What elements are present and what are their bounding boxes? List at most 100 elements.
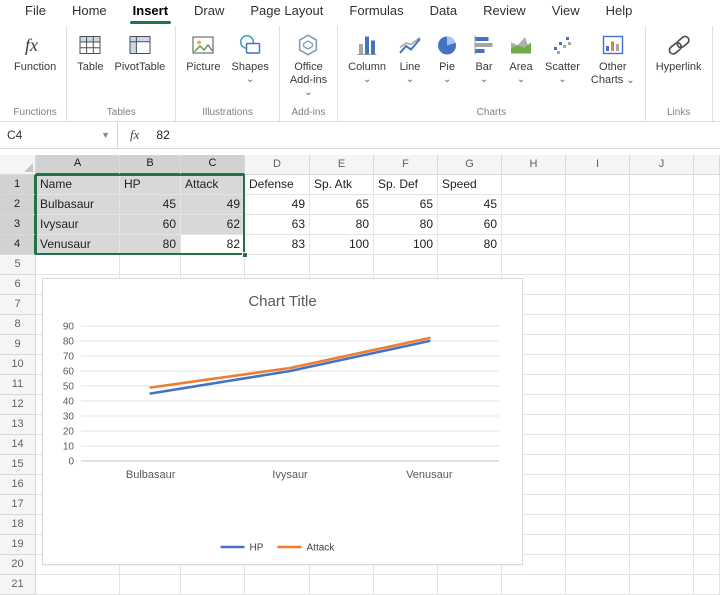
- column-header-J[interactable]: J: [630, 155, 694, 175]
- cell-J12[interactable]: [630, 395, 694, 415]
- scatter-chart-button[interactable]: Scatter⌄: [540, 28, 585, 84]
- cell-A2[interactable]: Bulbasaur: [36, 195, 120, 215]
- cell-K7[interactable]: [694, 295, 720, 315]
- row-header-5[interactable]: 5: [0, 255, 36, 275]
- column-header-D[interactable]: D: [245, 155, 310, 175]
- cell-E4[interactable]: 100: [310, 235, 374, 255]
- tab-help[interactable]: Help: [593, 0, 646, 24]
- cell-K21[interactable]: [694, 575, 720, 595]
- cell-G5[interactable]: [438, 255, 502, 275]
- row-header-10[interactable]: 10: [0, 355, 36, 375]
- cell-B1[interactable]: HP: [120, 175, 181, 195]
- cell-H3[interactable]: [502, 215, 566, 235]
- cell-F3[interactable]: 80: [374, 215, 438, 235]
- other-charts-button[interactable]: OtherCharts⌄: [586, 28, 640, 87]
- column-header-I[interactable]: I: [566, 155, 630, 175]
- cell-B5[interactable]: [120, 255, 181, 275]
- cell-K8[interactable]: [694, 315, 720, 335]
- cell-B21[interactable]: [120, 575, 181, 595]
- cell-H5[interactable]: [502, 255, 566, 275]
- cell-B2[interactable]: 45: [120, 195, 181, 215]
- row-header-1[interactable]: 1: [0, 175, 36, 195]
- cell-J11[interactable]: [630, 375, 694, 395]
- cell-E3[interactable]: 80: [310, 215, 374, 235]
- cell-J19[interactable]: [630, 535, 694, 555]
- cell-K19[interactable]: [694, 535, 720, 555]
- office-add-ins-button[interactable]: OfficeAdd-ins⌄: [285, 28, 332, 97]
- row-header-9[interactable]: 9: [0, 335, 36, 355]
- row-header-21[interactable]: 21: [0, 575, 36, 595]
- row-header-4[interactable]: 4: [0, 235, 36, 255]
- cell-J1[interactable]: [630, 175, 694, 195]
- cell-J4[interactable]: [630, 235, 694, 255]
- cell-I13[interactable]: [566, 415, 630, 435]
- cell-G3[interactable]: 60: [438, 215, 502, 235]
- cell-J18[interactable]: [630, 515, 694, 535]
- cell-A3[interactable]: Ivysaur: [36, 215, 120, 235]
- cell-H2[interactable]: [502, 195, 566, 215]
- table-button[interactable]: Table: [72, 28, 108, 74]
- row-header-19[interactable]: 19: [0, 535, 36, 555]
- cell-C1[interactable]: Attack: [181, 175, 245, 195]
- select-all-button[interactable]: [0, 155, 36, 175]
- cell-I20[interactable]: [566, 555, 630, 575]
- cell-B4[interactable]: 80: [120, 235, 181, 255]
- cell-F4[interactable]: 100: [374, 235, 438, 255]
- cell-J21[interactable]: [630, 575, 694, 595]
- function-button[interactable]: fxFunction: [9, 28, 61, 74]
- cell-K13[interactable]: [694, 415, 720, 435]
- cell-K10[interactable]: [694, 355, 720, 375]
- bar-chart-button[interactable]: Bar⌄: [466, 28, 502, 84]
- cell-I17[interactable]: [566, 495, 630, 515]
- cell-J14[interactable]: [630, 435, 694, 455]
- cell-K12[interactable]: [694, 395, 720, 415]
- row-header-18[interactable]: 18: [0, 515, 36, 535]
- chevron-down-icon[interactable]: ▼: [101, 130, 110, 140]
- cell-D3[interactable]: 63: [245, 215, 310, 235]
- row-header-12[interactable]: 12: [0, 395, 36, 415]
- row-header-6[interactable]: 6: [0, 275, 36, 295]
- row-header-17[interactable]: 17: [0, 495, 36, 515]
- tab-view[interactable]: View: [539, 0, 593, 24]
- selection-fill-handle[interactable]: [242, 252, 248, 258]
- cell-K5[interactable]: [694, 255, 720, 275]
- cell-J8[interactable]: [630, 315, 694, 335]
- shapes-button[interactable]: Shapes⌄: [227, 28, 274, 84]
- cell-I19[interactable]: [566, 535, 630, 555]
- name-box[interactable]: C4 ▼: [0, 122, 118, 148]
- cell-A4[interactable]: Venusaur: [36, 235, 120, 255]
- cell-J2[interactable]: [630, 195, 694, 215]
- cell-E2[interactable]: 65: [310, 195, 374, 215]
- cell-J17[interactable]: [630, 495, 694, 515]
- cell-I2[interactable]: [566, 195, 630, 215]
- cell-K20[interactable]: [694, 555, 720, 575]
- embedded-chart[interactable]: 0102030405060708090BulbasaurIvysaurVenus…: [42, 278, 523, 565]
- cell-G4[interactable]: 80: [438, 235, 502, 255]
- cell-I1[interactable]: [566, 175, 630, 195]
- cell-G2[interactable]: 45: [438, 195, 502, 215]
- cell-K18[interactable]: [694, 515, 720, 535]
- column-chart-button[interactable]: Column⌄: [343, 28, 391, 84]
- cell-K9[interactable]: [694, 335, 720, 355]
- cell-B3[interactable]: 60: [120, 215, 181, 235]
- cell-I8[interactable]: [566, 315, 630, 335]
- cell-J9[interactable]: [630, 335, 694, 355]
- cell-I11[interactable]: [566, 375, 630, 395]
- cell-H21[interactable]: [502, 575, 566, 595]
- cell-E5[interactable]: [310, 255, 374, 275]
- tab-draw[interactable]: Draw: [181, 0, 237, 24]
- cell-I3[interactable]: [566, 215, 630, 235]
- cell-J7[interactable]: [630, 295, 694, 315]
- cell-A21[interactable]: [36, 575, 120, 595]
- cell-I10[interactable]: [566, 355, 630, 375]
- cell-F2[interactable]: 65: [374, 195, 438, 215]
- tab-file[interactable]: File: [12, 0, 59, 24]
- cell-K16[interactable]: [694, 475, 720, 495]
- formula-input[interactable]: 82: [150, 128, 720, 142]
- cell-D4[interactable]: 83: [245, 235, 310, 255]
- column-header-A[interactable]: A: [36, 155, 120, 175]
- cell-A5[interactable]: [36, 255, 120, 275]
- cell-F5[interactable]: [374, 255, 438, 275]
- cell-I12[interactable]: [566, 395, 630, 415]
- cell-I15[interactable]: [566, 455, 630, 475]
